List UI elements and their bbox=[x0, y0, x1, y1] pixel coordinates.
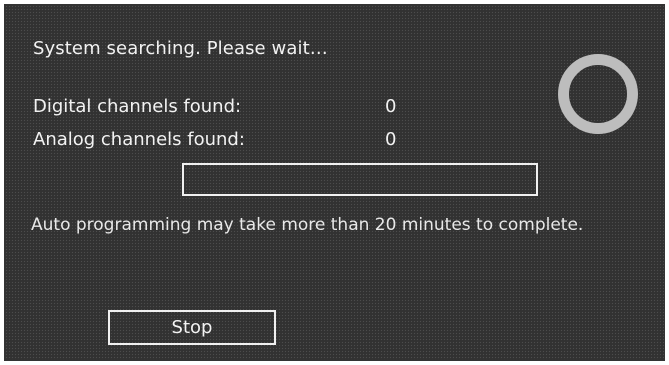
analog-channels-count: 0 bbox=[385, 129, 397, 150]
duration-note: Auto programming may take more than 20 m… bbox=[31, 215, 584, 235]
stop-button[interactable]: Stop bbox=[108, 310, 276, 345]
search-progress-bar bbox=[182, 163, 538, 196]
auto-program-screen: System searching. Please wait… Digital c… bbox=[4, 4, 665, 361]
analog-channels-label: Analog channels found: bbox=[33, 129, 245, 150]
loading-ring-icon bbox=[558, 54, 638, 134]
digital-channels-count: 0 bbox=[385, 96, 397, 117]
status-message: System searching. Please wait… bbox=[33, 38, 328, 59]
digital-channels-label: Digital channels found: bbox=[33, 96, 242, 117]
